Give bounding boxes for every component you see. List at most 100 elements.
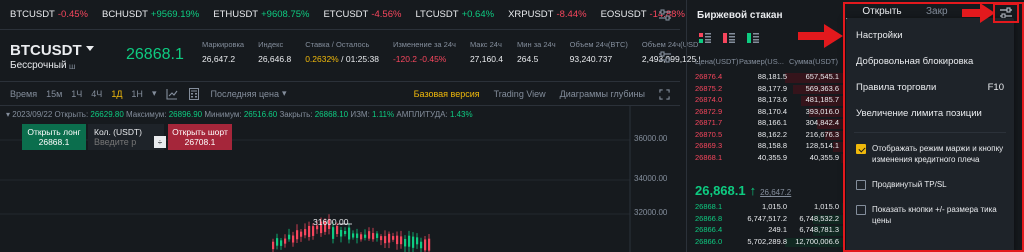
tab-trading-view[interactable]: Trading View bbox=[494, 89, 546, 99]
menu-item-settings[interactable]: Настройки bbox=[846, 22, 1014, 48]
ohlc-label: АМПЛИТУДА: bbox=[396, 110, 448, 119]
open-short-label: Открыть шорт bbox=[172, 127, 228, 137]
order-book-row[interactable]: 26866.4 249.1 6,748,781.3 bbox=[695, 225, 845, 237]
ticker-item-ltcusdt[interactable]: LTCUSDT +0.64% bbox=[415, 9, 494, 20]
open-long-label: Открыть лонг bbox=[27, 127, 81, 137]
candle-body bbox=[276, 238, 279, 246]
price-type-select[interactable]: Последняя цена bbox=[210, 89, 279, 99]
stat-value-pct: -0.45% bbox=[419, 54, 447, 64]
checkbox-unchecked-icon[interactable] bbox=[856, 205, 866, 215]
stat-label: Мин за 24ч bbox=[517, 40, 556, 49]
order-book-row[interactable]: 26874.0 88,173.6 481,185.7 bbox=[695, 95, 845, 107]
price-chart[interactable]: ▾ 2023/09/22 Открыть: 26629.80 Максимум:… bbox=[0, 106, 680, 252]
quantity-stepper[interactable]: ÷ bbox=[154, 136, 166, 148]
interval-15m[interactable]: 15м bbox=[46, 89, 62, 99]
candle-body bbox=[340, 229, 343, 237]
sliders-icon[interactable] bbox=[658, 8, 672, 22]
order-book-row[interactable]: 26872.9 88,170.4 393,016.0 bbox=[695, 107, 845, 119]
order-book-bids-view-icon[interactable] bbox=[747, 33, 759, 43]
ticker-item-eosusdt[interactable]: EOSUSDT -14.88% bbox=[601, 9, 685, 20]
candle-body bbox=[420, 241, 423, 249]
open-long-button[interactable]: Открыть лонг 26868.1 bbox=[22, 124, 86, 150]
candle-body bbox=[304, 229, 307, 236]
ticker-symbol: EOSUSDT bbox=[600, 9, 647, 20]
stat-volume-btc: Объем 24ч(BTC) 93,240.737 bbox=[570, 40, 628, 64]
candle-body bbox=[312, 226, 315, 236]
candle-body bbox=[280, 240, 283, 246]
candle-body bbox=[344, 231, 347, 235]
order-size: 88,162.2 bbox=[757, 129, 787, 139]
interval-1h[interactable]: 1Ч bbox=[71, 89, 82, 99]
ticker-item-ethusdt[interactable]: ETHUSDT +9608.75% bbox=[213, 9, 309, 20]
interval-1d[interactable]: 1Д bbox=[111, 89, 122, 99]
menu-item-increase-position-limit[interactable]: Увеличение лимита позиции bbox=[846, 100, 1014, 126]
order-price: 26870.5 bbox=[695, 129, 723, 139]
menu-divider bbox=[854, 132, 1006, 133]
checkbox-advanced-tpsl[interactable]: Продвинутый TP/SL bbox=[846, 175, 1014, 194]
column-header-total: Сумма(USDT) bbox=[789, 57, 838, 66]
order-book-row[interactable]: 26875.2 88,177.9 569,363.6 bbox=[695, 84, 845, 96]
quantity-label: Кол. (USDT) bbox=[94, 127, 142, 137]
order-book-row[interactable]: 26870.5 88,162.2 216,676.3 bbox=[695, 130, 845, 142]
open-short-button[interactable]: Открыть шорт 26708.1 bbox=[168, 124, 232, 150]
order-book-row[interactable]: 26868.1 40,355.9 40,355.9 bbox=[695, 153, 845, 165]
order-book-row[interactable]: 26868.1 1,015.0 1,015.0 bbox=[695, 202, 845, 214]
candle-body bbox=[392, 236, 395, 240]
order-book-row[interactable]: 26869.3 88,158.8 128,514.1 bbox=[695, 141, 845, 153]
stat-label: Изменение за 24ч bbox=[392, 40, 456, 49]
ohlc-label: Открыть: bbox=[54, 110, 89, 119]
menu-item-label: Увеличение лимита позиции bbox=[856, 107, 982, 119]
interval-more-chevron-icon[interactable]: ▾ bbox=[152, 88, 157, 99]
column-header-price: Цена(USDT) bbox=[695, 57, 739, 66]
ticker-item-btcusdt[interactable]: BTCUSDT -0.45% bbox=[10, 9, 88, 20]
checkbox-show-margin-mode[interactable]: Отображать режим маржи и кнопку изменени… bbox=[846, 139, 1014, 169]
order-book-asks-view-icon[interactable] bbox=[723, 33, 735, 43]
order-book-row[interactable]: 26876.4 88,181.5 657,545.1 bbox=[695, 72, 845, 84]
last-price: 26868.1 bbox=[126, 46, 184, 63]
expand-icon[interactable] bbox=[659, 88, 670, 100]
interval-4h[interactable]: 4Ч bbox=[91, 89, 102, 99]
order-total: 1,015.0 bbox=[813, 202, 839, 211]
price-type-chevron-icon[interactable]: ▾ bbox=[282, 88, 287, 99]
interval-1w[interactable]: 1Н bbox=[131, 89, 143, 99]
indicators-icon[interactable] bbox=[166, 88, 178, 100]
order-book-row[interactable]: 26871.7 88,166.1 304,842.4 bbox=[695, 118, 845, 130]
stat-value: 264.5 bbox=[517, 54, 539, 64]
candle-body bbox=[404, 238, 407, 247]
calculator-icon[interactable] bbox=[188, 87, 200, 100]
order-size: 88,177.9 bbox=[757, 83, 787, 93]
order-price: 26875.2 bbox=[695, 83, 723, 93]
interval-time[interactable]: Время bbox=[10, 89, 37, 99]
checkbox-show-tick-buttons[interactable]: Показать кнопки +/- размера тика цены bbox=[846, 200, 1014, 230]
order-size: 88,173.6 bbox=[757, 95, 787, 104]
symbol-name[interactable]: BTCUSDT bbox=[10, 42, 82, 59]
order-book-row[interactable]: 26866.0 5,702,289.8 12,700,006.6 bbox=[695, 237, 845, 249]
ticker-item-etcusdt[interactable]: ETCUSDT -4.56% bbox=[323, 9, 401, 20]
order-price: 26872.9 bbox=[695, 106, 723, 116]
ticker-symbol: BTCUSDT bbox=[10, 9, 55, 20]
order-book-row[interactable]: 26866.8 6,747,517.2 6,748,532.2 bbox=[695, 214, 845, 226]
depth-bar bbox=[841, 153, 845, 163]
order-price: 26866.4 bbox=[695, 225, 723, 234]
quantity-field: Кол. (USDT) bbox=[88, 124, 164, 150]
menu-item-trading-rules[interactable]: Правила торговли F10 bbox=[846, 74, 1014, 100]
candle-body bbox=[292, 235, 295, 243]
ticker-symbol: ETCUSDT bbox=[323, 9, 369, 20]
checkbox-checked-icon[interactable] bbox=[856, 144, 866, 154]
quantity-input[interactable] bbox=[94, 137, 154, 147]
menu-item-voluntary-lock[interactable]: Добровольная блокировка bbox=[846, 48, 1014, 74]
tab-depth-chart[interactable]: Диаграммы глубины bbox=[560, 89, 645, 99]
order-total: 304,842.4 bbox=[805, 118, 839, 127]
ticker-item-xrpusdt[interactable]: XRPUSDT -8.44% bbox=[508, 9, 587, 20]
chevron-down-icon[interactable] bbox=[86, 46, 94, 51]
stat-value: 27,160.4 bbox=[469, 54, 504, 64]
checkbox-unchecked-icon[interactable] bbox=[856, 180, 866, 190]
tab-basic-version[interactable]: Базовая версия bbox=[414, 89, 480, 99]
order-size: 88,166.1 bbox=[757, 118, 787, 127]
stat-high-24h: Макс 24ч 27,160.4 bbox=[470, 40, 503, 64]
ticker-item-bchusdt[interactable]: BCHUSDT +9569.19% bbox=[102, 9, 199, 20]
sliders-icon[interactable] bbox=[658, 50, 672, 64]
order-book-both-view-icon[interactable] bbox=[699, 33, 711, 43]
checkbox-label: Показать кнопки +/- размера тика цены bbox=[872, 205, 997, 225]
order-book-view-toggles bbox=[699, 33, 759, 43]
